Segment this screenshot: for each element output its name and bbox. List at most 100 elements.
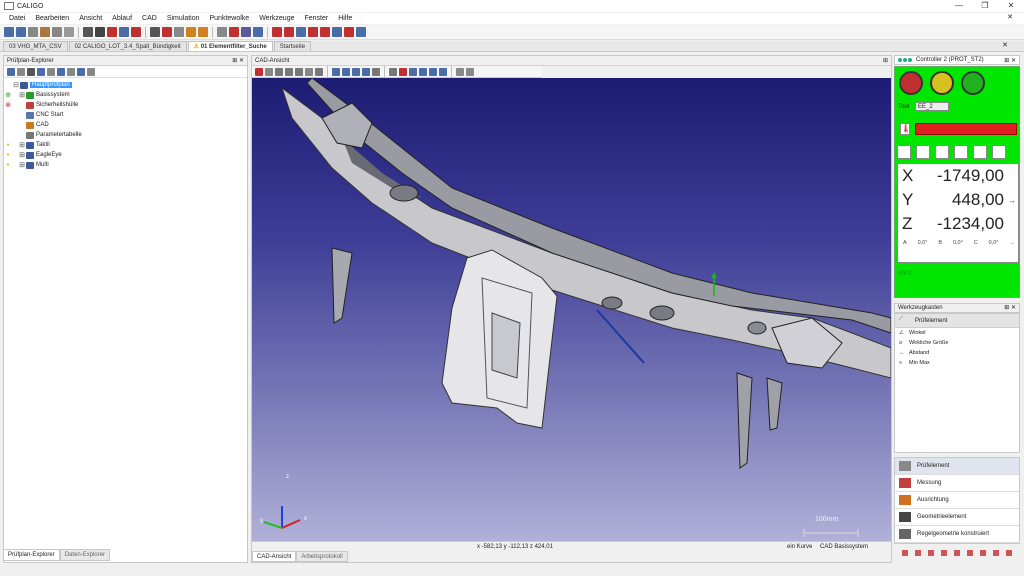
category-item[interactable]: Geometrieelement — [895, 509, 1019, 526]
tree-item[interactable]: • ⊞ Taktil — [4, 140, 247, 150]
toolbar-button-icon[interactable] — [344, 27, 354, 37]
cad-toolbar-icon[interactable] — [255, 67, 263, 76]
pin-icon[interactable]: ⊞ ✕ — [1004, 56, 1016, 66]
tool-item[interactable]: ∠ Winkel — [895, 328, 1019, 338]
category-item[interactable]: Regelgeometrie konstruiert — [895, 526, 1019, 543]
explorer-toolbar-icon[interactable] — [77, 67, 85, 76]
cad-toolbar-icon[interactable] — [275, 67, 283, 76]
menu-item-6[interactable]: Punktewolke — [205, 15, 255, 22]
axis-icon[interactable] — [954, 145, 968, 159]
move-down-icon[interactable] — [916, 145, 930, 159]
toolbar-button-icon[interactable] — [174, 27, 184, 37]
cad-bottom-tab-0[interactable]: CAD-Ansicht — [252, 551, 297, 562]
explorer-toolbar-icon[interactable] — [37, 67, 45, 76]
tool-icon[interactable] — [967, 550, 974, 556]
cad-toolbar-icon[interactable] — [466, 67, 474, 76]
pruefelement-header[interactable]: ⟋ Prüfelement — [895, 314, 1019, 328]
toolbar-button-icon[interactable] — [308, 27, 318, 37]
pause-button[interactable] — [930, 71, 954, 95]
tool-icon[interactable] — [953, 550, 960, 556]
expand-icon[interactable]: ⊞ — [18, 151, 26, 159]
category-item[interactable]: Ausrichtung — [895, 492, 1019, 509]
tree-item[interactable]: ⊟ Hauptprüfplan — [4, 80, 247, 90]
cad-viewport[interactable]: z x y 100mm — [252, 78, 891, 541]
tool-icon[interactable] — [940, 550, 947, 556]
tab-1[interactable]: 02 CALIGO_LOT_3.4_Spalt_Bündigkeit — [68, 41, 187, 51]
toolbar-button-icon[interactable] — [16, 27, 26, 37]
toolbar-button-icon[interactable] — [83, 27, 93, 37]
cad-toolbar-icon[interactable] — [285, 67, 293, 76]
menu-item-7[interactable]: Werkzeuge — [254, 15, 299, 22]
cad-toolbar-icon[interactable] — [439, 67, 447, 76]
pin-icon[interactable]: ⊞ ✕ — [232, 56, 244, 66]
close-button[interactable]: ✕ — [998, 0, 1024, 12]
category-item[interactable]: Prüfelement — [895, 458, 1019, 475]
menu-close-button[interactable]: ✕ — [1002, 13, 1018, 21]
toolbar-button-icon[interactable] — [217, 27, 227, 37]
category-item[interactable]: Messung — [895, 475, 1019, 492]
tree-item[interactable]: CNC Start — [4, 110, 247, 120]
cad-toolbar-icon[interactable] — [429, 67, 437, 76]
menu-item-2[interactable]: Ansicht — [74, 15, 107, 22]
cad-toolbar-icon[interactable] — [295, 67, 303, 76]
explorer-toolbar-icon[interactable] — [67, 67, 75, 76]
expand-icon[interactable]: ⊟ — [12, 81, 20, 89]
tool-icon[interactable] — [927, 550, 934, 556]
tool-icon[interactable] — [914, 550, 921, 556]
tool-icon[interactable] — [980, 550, 987, 556]
cad-toolbar-icon[interactable] — [342, 67, 350, 76]
toolbar-button-icon[interactable] — [119, 27, 129, 37]
toolbar-button-icon[interactable] — [320, 27, 330, 37]
bottom-tab-1[interactable]: Daten-Explorer — [59, 549, 111, 561]
tool-icon[interactable] — [901, 550, 908, 556]
explorer-toolbar-icon[interactable] — [17, 67, 25, 76]
toolbar-button-icon[interactable] — [162, 27, 172, 37]
angle-arrow-icon[interactable]: → — [1009, 240, 1015, 246]
cad-toolbar-icon[interactable] — [372, 67, 380, 76]
menu-item-5[interactable]: Simulation — [162, 15, 205, 22]
maximize-button[interactable]: ❐ — [972, 0, 998, 12]
tree-item[interactable]: ⊗ Sicherheitshülle — [4, 100, 247, 110]
cad-toolbar-icon[interactable] — [332, 67, 340, 76]
explorer-toolbar-icon[interactable] — [7, 67, 15, 76]
explorer-toolbar-icon[interactable] — [87, 67, 95, 76]
menu-item-9[interactable]: Hilfe — [333, 15, 357, 22]
toolbar-button-icon[interactable] — [150, 27, 160, 37]
toolbar-button-icon[interactable] — [52, 27, 62, 37]
stop-button[interactable] — [899, 71, 923, 95]
table-icon[interactable] — [992, 145, 1006, 159]
menu-item-8[interactable]: Fenster — [299, 15, 333, 22]
tool-item[interactable]: ⌀ Wirkliche Größe — [895, 338, 1019, 348]
cad-toolbar-icon[interactable] — [315, 67, 323, 76]
expand-icon[interactable]: ⊞ — [18, 161, 26, 169]
toolbar-button-icon[interactable] — [40, 27, 50, 37]
cad-toolbar-icon[interactable] — [305, 67, 313, 76]
toolbar-button-icon[interactable] — [284, 27, 294, 37]
play-button[interactable] — [961, 71, 985, 95]
tab-2[interactable]: ⚠ 01 Elementfilter_Suche — [187, 41, 273, 51]
snap-mode[interactable]: ein Kurve — [787, 542, 812, 552]
menu-item-1[interactable]: Bearbeiten — [30, 15, 74, 22]
tree-item[interactable]: Parametertabelle — [4, 130, 247, 140]
tool-dropdown[interactable]: EE_2 — [915, 102, 950, 111]
jog-arrow-icon[interactable]: → — [1008, 196, 1016, 205]
toolbar-button-icon[interactable] — [131, 27, 141, 37]
toolbar-button-icon[interactable] — [198, 27, 208, 37]
cad-toolbar-icon[interactable] — [419, 67, 427, 76]
toolbar-button-icon[interactable] — [4, 27, 14, 37]
expand-icon[interactable]: ⊞ — [18, 141, 26, 149]
tree-item[interactable]: • ⊞ Multi — [4, 160, 247, 170]
tree-item[interactable]: CAD — [4, 120, 247, 130]
cad-toolbar-icon[interactable] — [362, 67, 370, 76]
grid-icon[interactable] — [973, 145, 987, 159]
toolbar-button-icon[interactable] — [253, 27, 263, 37]
expand-icon[interactable]: ⊞ — [18, 91, 26, 99]
explorer-toolbar-icon[interactable] — [47, 67, 55, 76]
tree-item[interactable]: • ⊞ EagleEye — [4, 150, 247, 160]
cad-toolbar-icon[interactable] — [389, 67, 397, 76]
list-icon[interactable] — [897, 145, 911, 159]
menu-item-0[interactable]: Datei — [4, 15, 30, 22]
cad-toolbar-icon[interactable] — [409, 67, 417, 76]
tool-icon[interactable] — [1006, 550, 1013, 556]
toolbar-button-icon[interactable] — [186, 27, 196, 37]
